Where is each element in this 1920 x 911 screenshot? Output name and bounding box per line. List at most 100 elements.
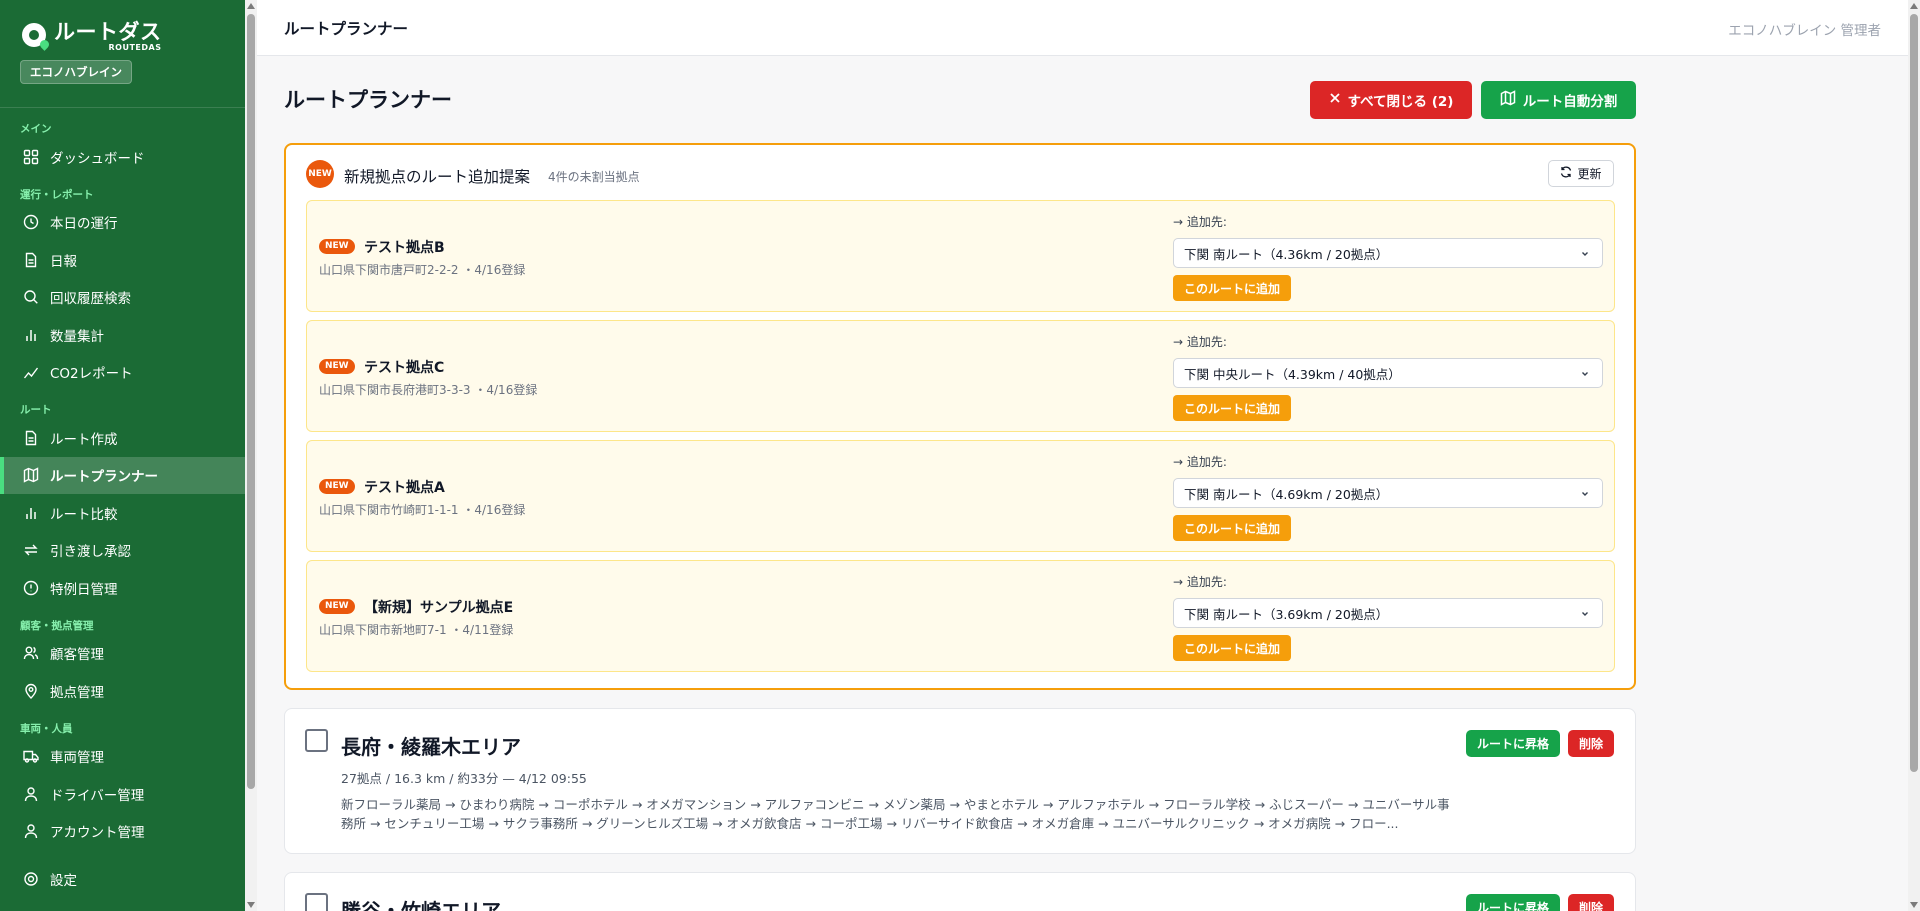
sidebar-item-label: ルートプランナー [50, 469, 158, 486]
user-icon [22, 822, 40, 840]
sidebar-item-special-days[interactable]: 特例日管理 [0, 569, 245, 607]
sidebar-item-label: ドライバー管理 [50, 787, 145, 804]
refresh-button[interactable]: 更新 [1548, 160, 1614, 187]
site-suggestion-card: NEW テスト拠点A 山口県下関市竹崎町1-1-1 ・4/16登録 → 追加先:… [306, 440, 1615, 552]
add-to-route-button[interactable]: このルートに追加 [1173, 395, 1291, 421]
area-checkbox[interactable] [305, 729, 328, 752]
new-pill: NEW [319, 239, 355, 254]
route-select[interactable]: 下関 南ルート（3.69km / 20拠点） [1173, 598, 1603, 628]
route-select[interactable]: 下関 南ルート（4.36km / 20拠点） [1173, 238, 1603, 268]
auto-split-label: ルート自動分割 [1522, 94, 1618, 110]
repeat-icon [22, 541, 40, 559]
document-icon [22, 429, 40, 447]
sidebar-item-handover-approval[interactable]: 引き渡し承認 [0, 532, 245, 570]
site-address: 山口県下関市竹崎町1-1-1 ・4/16登録 [319, 503, 526, 517]
truck-icon [22, 747, 40, 765]
site-address: 山口県下関市唐戸町2-2-2 ・4/16登録 [319, 263, 526, 277]
sidebar-item-label: CO2レポート [50, 366, 133, 383]
users-icon [22, 644, 40, 662]
chevron-down-icon [1580, 607, 1590, 622]
sidebar-item-settings[interactable]: 設定 [0, 860, 245, 898]
route-select[interactable]: 下関 中央ルート（4.39km / 40拠点） [1173, 358, 1603, 388]
company-badge: エコノハブレイン [20, 60, 132, 84]
route-suggestion-panel: NEW 新規拠点のルート追加提案 4件の未割当拠点 更新 NEW テスト拠点B … [284, 143, 1636, 690]
delete-button[interactable]: 削除 [1568, 730, 1614, 757]
chevron-down-icon [1580, 487, 1590, 502]
promote-to-route-button[interactable]: ルートに昇格 [1466, 730, 1560, 757]
chevron-down-icon [1580, 367, 1590, 382]
section-label-main: メイン [20, 123, 52, 135]
sidebar-item-sites[interactable]: 拠点管理 [0, 672, 245, 710]
site-name: 【新規】サンプル拠点E [364, 600, 514, 616]
delete-button[interactable]: 削除 [1568, 894, 1614, 911]
sidebar-item-drivers[interactable]: ドライバー管理 [0, 775, 245, 813]
sidebar-scrollbar[interactable] [245, 0, 257, 911]
site-address: 山口県下関市長府港町3-3-3 ・4/16登録 [319, 383, 538, 397]
auto-split-button[interactable]: ルート自動分割 [1481, 81, 1636, 119]
sidebar-item-co2-report[interactable]: CO2レポート [0, 354, 245, 392]
add-to-route-button[interactable]: このルートに追加 [1173, 275, 1291, 301]
add-to-route-button[interactable]: このルートに追加 [1173, 515, 1291, 541]
sidebar-item-customers[interactable]: 顧客管理 [0, 635, 245, 673]
site-name: テスト拠点A [364, 480, 445, 496]
sidebar-item-vehicles[interactable]: 車両管理 [0, 738, 245, 776]
destination-label: → 追加先: [1173, 575, 1227, 589]
scroll-up-arrow-icon[interactable] [247, 3, 255, 9]
site-address: 山口県下関市新地町7-1 ・4/11登録 [319, 623, 514, 637]
grid-icon [22, 148, 40, 166]
scrollbar-thumb[interactable] [1910, 14, 1918, 772]
user-icon [22, 785, 40, 803]
close-icon [1329, 92, 1341, 108]
new-badge: NEW [306, 160, 334, 188]
add-to-route-button[interactable]: このルートに追加 [1173, 635, 1291, 661]
scroll-down-arrow-icon[interactable] [247, 902, 255, 908]
section-label-operations: 運行・レポート [20, 188, 94, 201]
sidebar-item-quantity-summary[interactable]: 数量集計 [0, 316, 245, 354]
scroll-down-arrow-icon[interactable] [1910, 902, 1918, 908]
area-stop-sequence: 新フローラル薬局 → ひまわり病院 → コーポホテル → オメガマンション → … [341, 797, 1450, 831]
destination-label: → 追加先: [1173, 455, 1227, 469]
scrollbar-thumb[interactable] [247, 14, 255, 789]
site-suggestion-card: NEW 【新規】サンプル拠点E 山口県下関市新地町7-1 ・4/11登録 → 追… [306, 560, 1615, 672]
sidebar-item-label: 日報 [50, 253, 77, 270]
page-scrollbar[interactable] [1908, 0, 1920, 911]
sidebar-item-daily-report[interactable]: 日報 [0, 241, 245, 279]
section-label-route: ルート [20, 404, 52, 416]
brand-name: ルートダス [54, 20, 162, 44]
scroll-up-arrow-icon[interactable] [1910, 3, 1918, 9]
area-checkbox[interactable] [305, 893, 328, 911]
brand-sub: ROUTEDAS [108, 43, 162, 52]
area-card: 勝谷・竹崎エリア ルートに昇格 削除 [284, 872, 1636, 911]
area-title: 長府・綾羅木エリア [341, 735, 521, 759]
sidebar-item-today-operation[interactable]: 本日の運行 [0, 204, 245, 242]
promote-to-route-button[interactable]: ルートに昇格 [1466, 894, 1560, 911]
current-user[interactable]: エコノハブレイン 管理者 [1728, 19, 1881, 39]
sidebar-item-label: 設定 [50, 872, 77, 889]
sidebar-item-route-create[interactable]: ルート作成 [0, 419, 245, 457]
sidebar-nav: メイン ダッシュボード 運行・レポート 本日の運行 日報 回収履歴検索 数量集計… [0, 108, 245, 898]
gear-icon [22, 870, 40, 888]
close-all-button[interactable]: すべて閉じる (2) [1310, 81, 1472, 119]
sidebar-item-label: ルート作成 [50, 431, 118, 448]
sidebar-item-route-compare[interactable]: ルート比較 [0, 494, 245, 532]
site-suggestion-card: NEW テスト拠点B 山口県下関市唐戸町2-2-2 ・4/16登録 → 追加先:… [306, 200, 1615, 312]
document-icon [22, 251, 40, 269]
new-pill: NEW [319, 479, 355, 494]
new-pill: NEW [319, 599, 355, 614]
sidebar-item-dashboard[interactable]: ダッシュボード [0, 138, 245, 176]
sidebar-item-route-planner[interactable]: ルートプランナー [0, 456, 245, 494]
destination-label: → 追加先: [1173, 335, 1227, 349]
topbar: ルートプランナー エコノハブレイン 管理者 [257, 0, 1908, 56]
route-select-value: 下関 南ルート（4.69km / 20拠点） [1184, 486, 1389, 502]
sidebar-item-accounts[interactable]: アカウント管理 [0, 813, 245, 851]
area-meta: 27拠点 / 16.3 km / 約33分 — 4/12 09:55 [341, 771, 587, 786]
refresh-icon [1560, 166, 1572, 181]
trend-icon [22, 363, 40, 381]
sidebar-item-label: 拠点管理 [50, 684, 104, 701]
chevron-down-icon [1580, 247, 1590, 262]
sidebar-item-label: 特例日管理 [50, 581, 118, 598]
route-select[interactable]: 下関 南ルート（4.69km / 20拠点） [1173, 478, 1603, 508]
bar-chart-icon [22, 504, 40, 522]
brand-logo[interactable]: ルートダス ROUTEDAS [20, 20, 225, 52]
sidebar-item-collection-history[interactable]: 回収履歴検索 [0, 279, 245, 317]
